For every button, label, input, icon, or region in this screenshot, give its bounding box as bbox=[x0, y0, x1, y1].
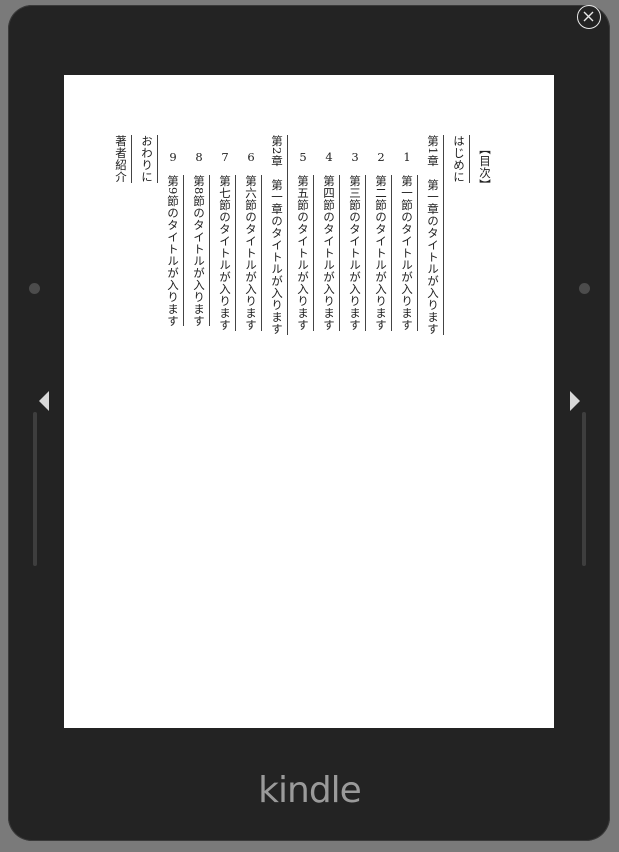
toc-entry[interactable]: 5 第五節のタイトルが入ります bbox=[290, 135, 316, 435]
toc-entry[interactable]: 1 第一節のタイトルが入ります bbox=[394, 135, 420, 435]
toc-entry[interactable]: 8 第8節のタイトルが入ります bbox=[186, 135, 212, 435]
toc-entry-number: 2 bbox=[377, 151, 385, 163]
toc-entry[interactable]: 第1章 第一章のタイトルが入ります bbox=[420, 135, 446, 435]
toc-entry[interactable]: 3 第三節のタイトルが入ります bbox=[342, 135, 368, 435]
toc-entry[interactable]: 7 第七節のタイトルが入ります bbox=[212, 135, 238, 435]
toc-entry-label: 第9節のタイトルが入ります bbox=[166, 174, 184, 327]
toc-entry-label: 第8節のタイトルが入ります bbox=[192, 174, 210, 327]
toc-entry[interactable]: 6 第六節のタイトルが入ります bbox=[238, 135, 264, 435]
toc-entry-number: 7 bbox=[221, 151, 229, 163]
toc-entry[interactable]: はじめに bbox=[446, 135, 472, 435]
kindle-logo: kindle bbox=[258, 770, 362, 811]
right-page-turn-rail[interactable] bbox=[582, 412, 586, 566]
toc-entry[interactable]: おわりに bbox=[134, 135, 160, 435]
toc-entry-label: はじめに bbox=[452, 135, 470, 183]
toc-entry-number: 1 bbox=[403, 151, 411, 163]
triangle-right-icon[interactable] bbox=[568, 390, 582, 412]
toc-entry[interactable]: 4 第四節のタイトルが入ります bbox=[316, 135, 342, 435]
toc-entry-label: 第三節のタイトルが入ります bbox=[348, 174, 366, 331]
toc-entry[interactable]: 2 第二節のタイトルが入ります bbox=[368, 135, 394, 435]
close-icon bbox=[583, 11, 594, 22]
toc-entry-number: 3 bbox=[351, 151, 359, 163]
toc-entry-number: 9 bbox=[169, 151, 177, 163]
close-button[interactable] bbox=[577, 5, 601, 29]
left-page-turn-rail[interactable] bbox=[33, 412, 37, 566]
toc-entry-label: 第四節のタイトルが入ります bbox=[322, 174, 340, 331]
toc-entry-label: 第一節のタイトルが入ります bbox=[400, 174, 418, 331]
toc-entry-label: 第2章 第一章のタイトルが入ります bbox=[270, 135, 288, 335]
reader-screen[interactable]: 【目次】 はじめに 第1章 第一章のタイトルが入ります 1 第一節のタイトルが入ります… bbox=[64, 75, 554, 728]
toc-entry-number: 5 bbox=[299, 151, 307, 163]
toc-entry-label: 第七節のタイトルが入ります bbox=[218, 174, 236, 331]
toc-entry-number: 6 bbox=[247, 151, 255, 163]
toc-entry-label: 著者紹介 bbox=[114, 135, 132, 183]
toc-entry-number: 8 bbox=[195, 151, 203, 163]
right-indicator-dot bbox=[579, 283, 590, 294]
table-of-contents: 【目次】 はじめに 第1章 第一章のタイトルが入ります 1 第一節のタイトルが入ります… bbox=[108, 135, 498, 435]
toc-entry[interactable]: 9 第9節のタイトルが入ります bbox=[160, 135, 186, 435]
toc-title: 【目次】 bbox=[478, 143, 492, 191]
toc-entry[interactable]: 第2章 第一章のタイトルが入ります bbox=[264, 135, 290, 435]
toc-entry-label: 第五節のタイトルが入ります bbox=[296, 174, 314, 331]
toc-entry-label: 第六節のタイトルが入ります bbox=[244, 174, 262, 331]
toc-entry-label: おわりに bbox=[140, 135, 158, 183]
toc-entry-label: 第1章 第一章のタイトルが入ります bbox=[426, 135, 444, 335]
toc-entry-label: 第二節のタイトルが入ります bbox=[374, 174, 392, 331]
left-indicator-dot bbox=[29, 283, 40, 294]
toc-entry[interactable]: 著者紹介 bbox=[108, 135, 134, 435]
toc-entry-number: 4 bbox=[325, 151, 333, 163]
triangle-left-icon[interactable] bbox=[37, 390, 51, 412]
